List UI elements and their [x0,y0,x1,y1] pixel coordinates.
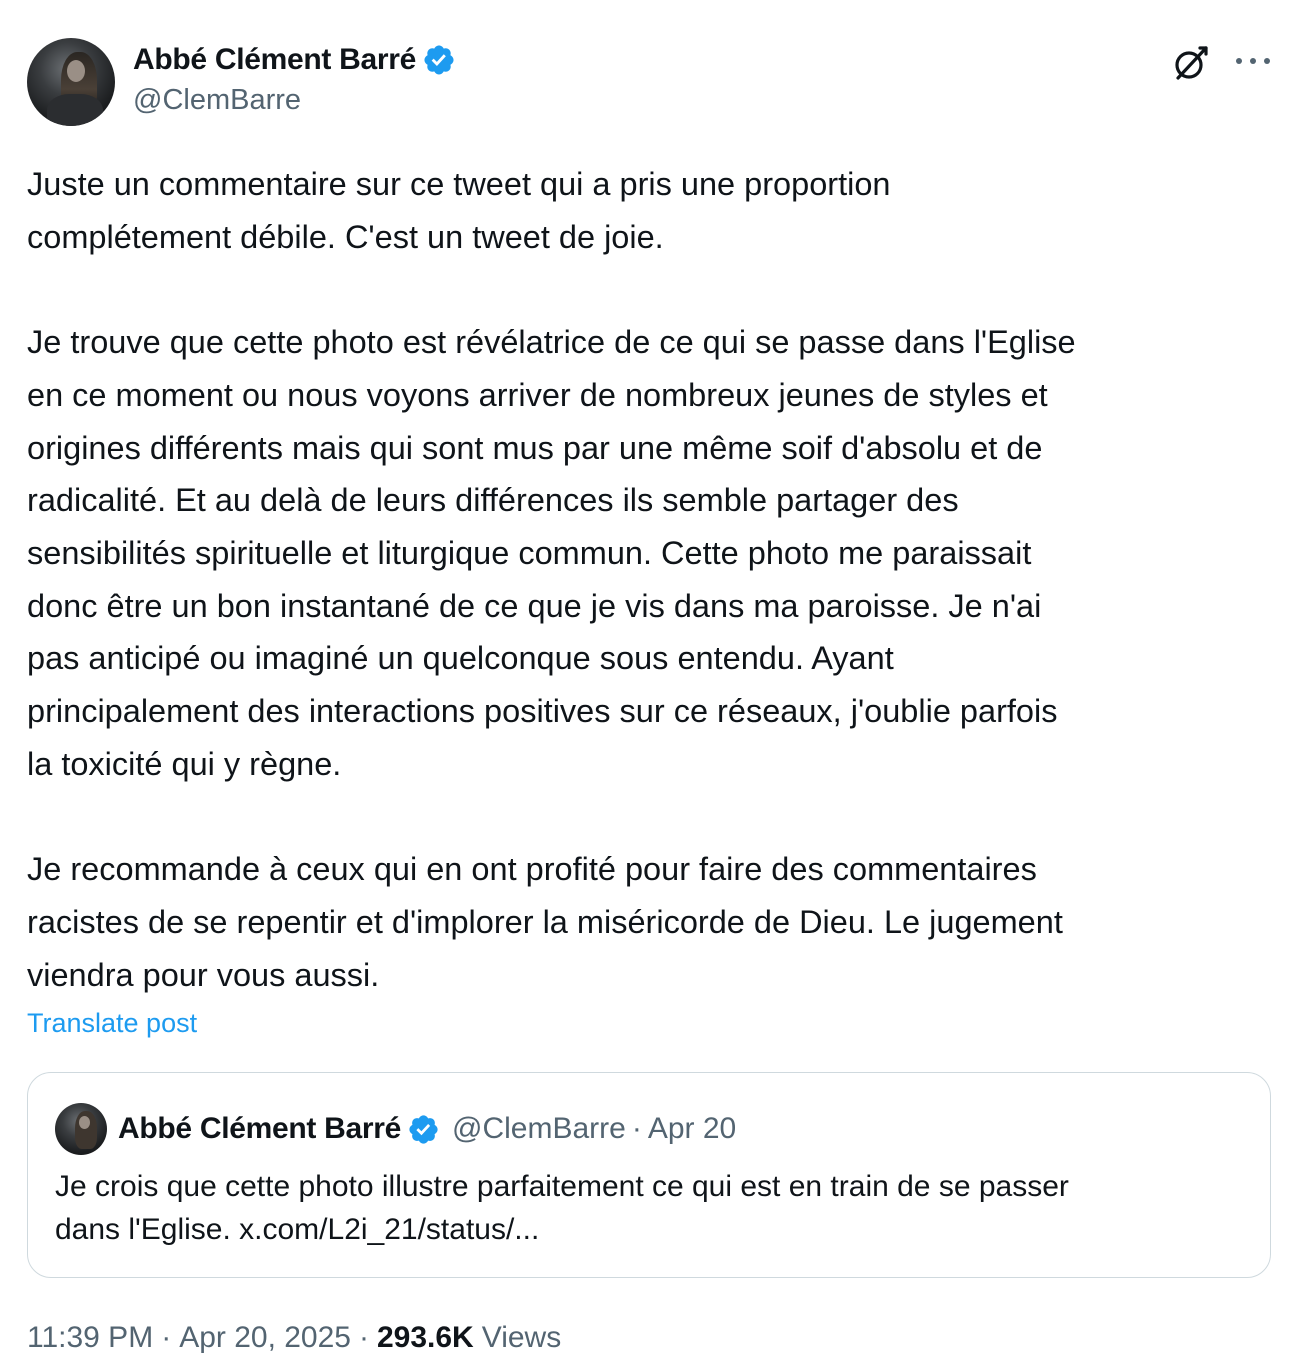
author-handle[interactable]: @ClemBarre [133,84,301,117]
author-name[interactable]: Abbé Clément Barré [133,43,416,77]
post-line: origines différents mais qui sont mus pa… [27,429,1043,466]
more-icon[interactable] [1236,56,1270,66]
post: Abbé Clément Barré @ClemBarre Juste un c… [0,0,1298,1372]
separator-dot: · [631,1112,642,1145]
post-line: racistes de se repentir et d'implorer la… [27,903,1063,940]
post-line: donc être un bon instantané de ce que je… [27,587,1042,624]
author-avatar[interactable] [27,38,115,126]
post-line: radicalité. Et au delà de leurs différen… [27,482,959,519]
post-time[interactable]: 11:39 PM [27,1321,153,1355]
post-line: principalement des interactions positive… [27,693,1058,730]
post-meta: 11:39 PM · Apr 20, 2025 · 293.6K Views [27,1318,561,1358]
quoted-post[interactable]: Abbé Clément Barré @ClemBarre · Apr 20 J… [27,1072,1271,1278]
views-label: Views [481,1321,562,1354]
grok-icon[interactable] [1170,42,1212,84]
views-count[interactable]: 293.6K [377,1321,474,1355]
translate-post-link[interactable]: Translate post [27,1008,197,1039]
post-line: Juste un commentaire sur ce tweet qui a … [27,166,891,202]
separator-dot: · [358,1321,369,1354]
post-line: la toxicité qui y règne. [27,745,342,782]
quoted-author-handle[interactable]: @ClemBarre [452,1112,626,1146]
quoted-author-avatar[interactable] [55,1103,107,1155]
post-date[interactable]: Apr 20, 2025 [179,1321,351,1355]
post-line: complétement débile. C'est un tweet de j… [27,218,664,255]
quoted-author-name[interactable]: Abbé Clément Barré [118,1112,401,1146]
post-line: sensibilités spirituelle et liturgique c… [27,534,1032,571]
verified-badge-icon [409,1114,438,1144]
quoted-text: Je crois que cette photo illustre parfai… [55,1165,1245,1251]
quoted-line: dans l'Eglise. x.com/L2i_21/status/... [55,1213,540,1246]
post-line: viendra pour vous aussi. [27,956,380,993]
quoted-date[interactable]: Apr 20 [648,1112,736,1146]
separator-dot: · [161,1321,172,1354]
post-line: en ce moment ou nous voyons arriver de n… [27,376,1048,413]
post-line: pas anticipé ou imaginé un quelconque so… [27,640,894,677]
post-line: Je trouve que cette photo est révélatric… [27,324,1076,361]
quoted-line: Je crois que cette photo illustre parfai… [55,1170,1069,1203]
post-line: Je recommande à ceux qui en ont profité … [27,851,1037,888]
post-text: Juste un commentaire sur ce tweet qui a … [27,158,1277,1001]
verified-badge-icon[interactable] [422,43,456,77]
author-name-row: Abbé Clément Barré [133,40,456,80]
quoted-header: Abbé Clément Barré @ClemBarre · Apr 20 [118,1109,736,1149]
